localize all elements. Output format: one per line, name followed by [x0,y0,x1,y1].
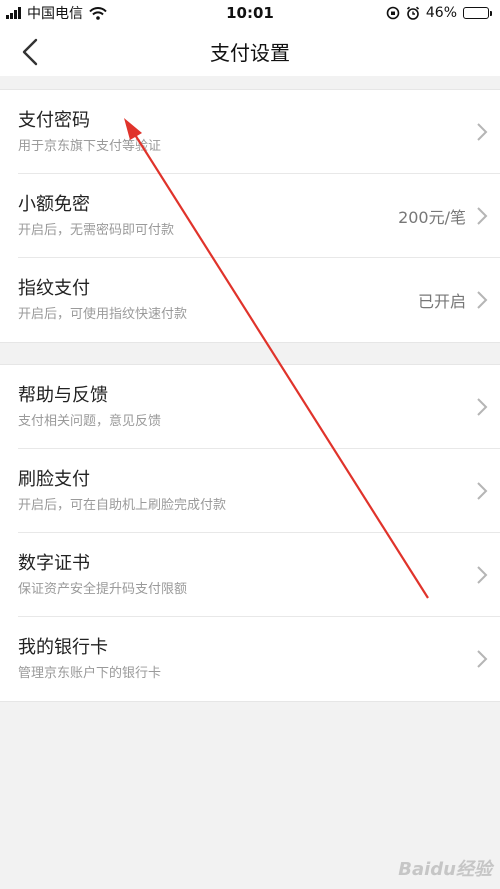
chevron-right-icon [477,566,488,584]
setting-subtitle: 支付相关问题，意见反馈 [18,414,162,429]
status-time: 10:01 [226,4,274,22]
battery-percent: 46% [425,5,457,21]
battery-icon [463,7,492,19]
carrier-label: 中国电信 [27,6,83,22]
status-right: 46% [386,5,492,21]
setting-row-fingerprint-pay[interactable]: 指纹支付 开启后，可使用指纹快速付款 已开启 [0,258,500,342]
alarm-icon [406,6,419,20]
rotation-lock-icon [386,6,400,20]
nav-bar: 支付设置 [0,26,500,76]
setting-subtitle: 开启后，无需密码即可付款 [18,223,175,238]
setting-subtitle: 管理京东账户下的银行卡 [18,666,162,681]
status-bar: 中国电信 10:01 46% [0,0,500,26]
setting-subtitle: 开启后，可使用指纹快速付款 [18,307,188,322]
setting-title: 指纹支付 [18,278,90,299]
setting-row-small-amount-free[interactable]: 小额免密 开启后，无需密码即可付款 200元/笔 [0,174,500,258]
setting-row-digital-certificate[interactable]: 数字证书 保证资产安全提升码支付限额 [0,533,500,617]
setting-title: 刷脸支付 [18,469,90,490]
setting-row-bank-cards[interactable]: 我的银行卡 管理京东账户下的银行卡 [0,617,500,701]
setting-subtitle: 保证资产安全提升码支付限额 [18,582,188,597]
chevron-right-icon [477,650,488,668]
settings-group-payment: 支付密码 用于京东旗下支付等验证 小额免密 开启后，无需密码即可付款 200元/… [0,89,500,343]
back-arrow-icon[interactable] [14,36,48,68]
chevron-right-icon [477,123,488,141]
setting-row-face-pay[interactable]: 刷脸支付 开启后，可在自助机上刷脸完成付款 [0,449,500,533]
chevron-right-icon [477,291,488,309]
wifi-icon [89,6,107,20]
setting-title: 帮助与反馈 [18,385,108,406]
setting-title: 数字证书 [18,553,90,574]
watermark: Baidu经验 [398,859,492,880]
setting-title: 支付密码 [18,110,90,131]
chevron-right-icon [477,207,488,225]
settings-group-other: 帮助与反馈 支付相关问题，意见反馈 刷脸支付 开启后，可在自助机上刷脸完成付款 … [0,364,500,702]
setting-subtitle: 用于京东旗下支付等验证 [18,139,162,154]
setting-title: 我的银行卡 [18,637,108,658]
chevron-right-icon [477,398,488,416]
chevron-right-icon [477,482,488,500]
setting-value: 200元/笔 [398,208,466,227]
setting-row-help-feedback[interactable]: 帮助与反馈 支付相关问题，意见反馈 [0,365,500,449]
status-left: 中国电信 [6,3,107,23]
setting-row-payment-password[interactable]: 支付密码 用于京东旗下支付等验证 [0,90,500,174]
setting-title: 小额免密 [18,194,90,215]
page-title: 支付设置 [210,40,290,65]
setting-value: 已开启 [417,292,466,311]
signal-icon [6,7,21,19]
setting-subtitle: 开启后，可在自助机上刷脸完成付款 [18,498,227,513]
